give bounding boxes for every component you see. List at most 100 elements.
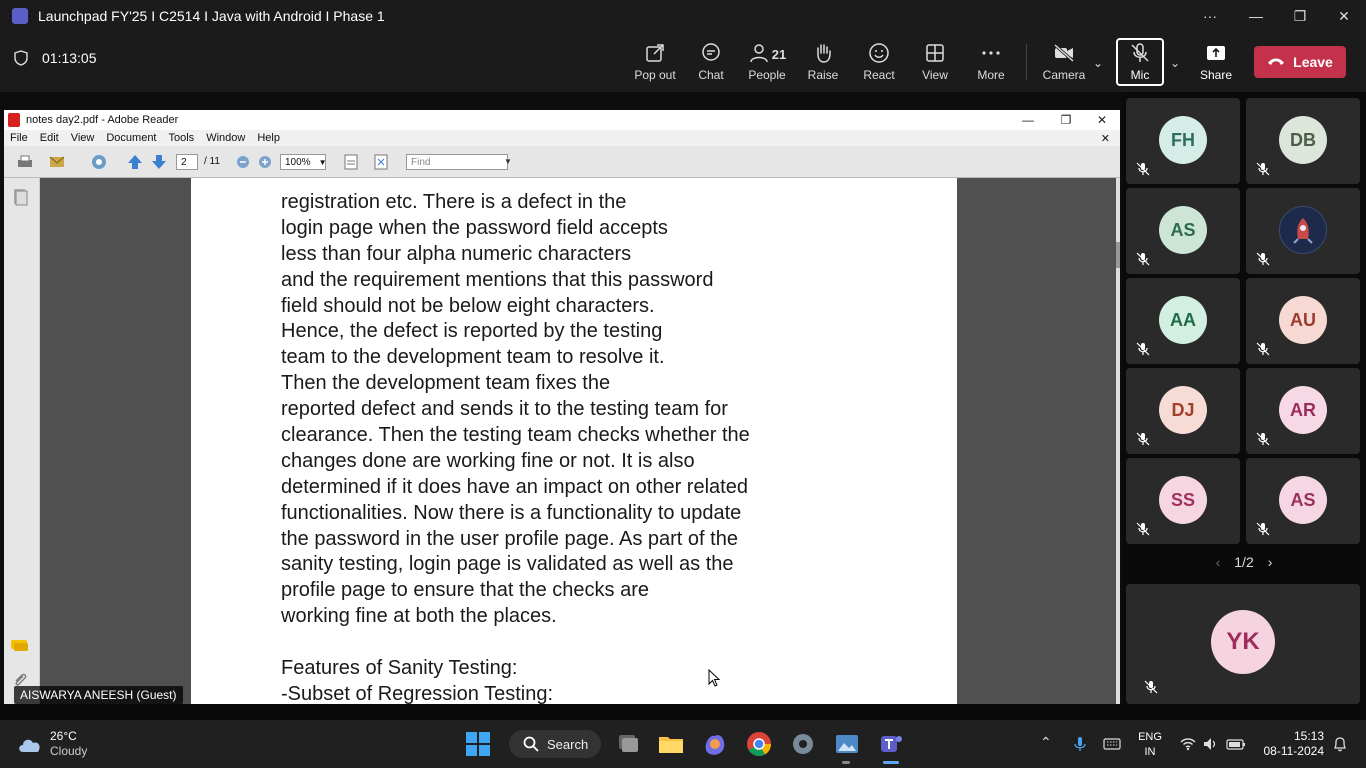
reader-title: notes day2.pdf - Adobe Reader	[26, 114, 179, 126]
menu-tools[interactable]: Tools	[169, 132, 195, 144]
mouse-cursor-icon	[708, 669, 720, 687]
participant-tile[interactable]	[1246, 188, 1360, 274]
raise-button[interactable]: Raise	[795, 40, 851, 86]
comments-icon[interactable]	[10, 638, 30, 654]
window-more-icon[interactable]: ···	[1188, 0, 1232, 32]
copilot-icon[interactable]	[701, 730, 729, 758]
photos-icon[interactable]	[833, 730, 861, 758]
teams-app-icon[interactable]	[877, 730, 905, 758]
active-app-indicator	[883, 761, 899, 764]
wifi-icon[interactable]	[1180, 736, 1196, 752]
menu-window[interactable]: Window	[206, 132, 245, 144]
battery-icon[interactable]	[1226, 736, 1246, 752]
mic-off-icon	[1256, 432, 1270, 446]
adobe-reader-window: notes day2.pdf - Adobe Reader — ❐ ✕ File…	[4, 110, 1120, 704]
show-hidden-icons-chevron-icon[interactable]: ⌃	[1040, 734, 1052, 751]
fit-page-icon[interactable]	[372, 153, 390, 171]
language-indicator[interactable]: ENG IN	[1138, 730, 1162, 760]
settings-gear-icon[interactable]	[789, 730, 817, 758]
close-button[interactable]: ✕	[1322, 0, 1366, 32]
toolbar-divider	[1026, 44, 1027, 80]
teams-titlebar: Launchpad FY'25 I C2514 I Java with Andr…	[0, 0, 1366, 32]
weather-desc: Cloudy	[50, 744, 88, 758]
participant-tile[interactable]: AA	[1126, 278, 1240, 364]
pdf-text-line: Features of Sanity Testing:	[281, 657, 518, 680]
reader-restore-button[interactable]: ❐	[1048, 110, 1084, 130]
print-icon[interactable]	[16, 153, 34, 171]
page-number-input[interactable]: 2	[176, 154, 198, 170]
language-top: ENG	[1138, 731, 1162, 743]
reader-close-button[interactable]: ✕	[1084, 110, 1120, 130]
menu-edit[interactable]: Edit	[40, 132, 59, 144]
view-button[interactable]: View	[907, 40, 963, 86]
volume-icon[interactable]	[1202, 736, 1218, 752]
pdf-page-text: registration etc. There is a defect in t…	[281, 190, 901, 704]
camera-options-chevron-icon[interactable]: ⌄	[1093, 56, 1103, 70]
minimize-button[interactable]: —	[1234, 0, 1278, 32]
next-page-chevron-icon[interactable]: ›	[1268, 554, 1273, 570]
chrome-icon[interactable]	[745, 730, 773, 758]
more-label: More	[977, 68, 1005, 82]
participant-tile[interactable]: AU	[1246, 278, 1360, 364]
fit-width-icon[interactable]	[342, 153, 360, 171]
reader-minimize-button[interactable]: —	[1010, 110, 1046, 130]
popout-button[interactable]: Pop out	[627, 40, 683, 86]
collaborate-icon[interactable]	[90, 153, 108, 171]
share-button[interactable]: Share	[1188, 40, 1244, 86]
keyboard-icon[interactable]	[1103, 736, 1121, 752]
find-input[interactable]: Find	[406, 154, 508, 170]
menu-view[interactable]: View	[71, 132, 95, 144]
chat-button[interactable]: Chat	[683, 40, 739, 86]
participant-tile[interactable]: DJ	[1126, 368, 1240, 454]
vertical-scrollbar[interactable]	[1116, 178, 1120, 704]
meeting-toolbar: 01:13:05 Pop out Chat 21 People Raise Re…	[0, 32, 1366, 92]
menu-document[interactable]: Document	[106, 132, 156, 144]
more-button[interactable]: More	[963, 40, 1019, 86]
participant-tile[interactable]: DB	[1246, 98, 1360, 184]
next-page-icon[interactable]	[150, 153, 168, 171]
react-button[interactable]: React	[851, 40, 907, 86]
leave-button[interactable]: Leave	[1254, 46, 1346, 78]
doc-close-icon[interactable]: ✕	[1101, 132, 1110, 145]
microphone-icon[interactable]	[1072, 736, 1088, 752]
email-icon[interactable]	[48, 153, 66, 171]
weather-widget[interactable]: 26°C Cloudy	[50, 729, 87, 759]
prev-page-chevron-icon[interactable]: ‹	[1216, 554, 1221, 570]
find-dropdown-icon[interactable]: ▼	[504, 157, 512, 166]
featured-participant-tile[interactable]: YK	[1126, 584, 1360, 704]
camera-button[interactable]: Camera	[1036, 40, 1092, 86]
mic-off-icon	[1136, 342, 1150, 356]
scrollbar-thumb[interactable]	[1116, 242, 1120, 268]
timer-text: 01:13:05	[42, 50, 97, 66]
clock[interactable]: 15:13 08-11-2024	[1258, 729, 1325, 759]
pages-panel-icon[interactable]	[12, 188, 28, 206]
mic-options-chevron-icon[interactable]: ⌄	[1170, 56, 1180, 70]
zoom-out-icon[interactable]	[236, 155, 250, 169]
participant-tile[interactable]: SS	[1126, 458, 1240, 544]
avatar-image-icon	[1293, 218, 1313, 244]
weather-temp: 26°C	[50, 729, 77, 743]
taskbar-search[interactable]: Search	[509, 730, 601, 758]
previous-page-icon[interactable]	[126, 153, 144, 171]
participant-pager: ‹ 1/2 ›	[1122, 552, 1366, 572]
participant-tile[interactable]: AR	[1246, 368, 1360, 454]
document-viewport[interactable]: registration etc. There is a defect in t…	[40, 178, 1116, 704]
zoom-select[interactable]: 100% ▼	[280, 154, 327, 170]
grid-icon	[926, 44, 944, 62]
windows-start-icon[interactable]	[464, 730, 492, 758]
menu-file[interactable]: File	[10, 132, 28, 144]
participant-tile[interactable]: AS	[1126, 188, 1240, 274]
zoom-in-icon[interactable]	[258, 155, 272, 169]
menu-help[interactable]: Help	[257, 132, 280, 144]
people-button[interactable]: 21 People	[739, 40, 795, 86]
maximize-button[interactable]: ❐	[1278, 0, 1322, 32]
participant-tile[interactable]: AS	[1246, 458, 1360, 544]
pdf-text-line: less than four alpha numeric characters	[281, 242, 632, 265]
participant-tile[interactable]: FH	[1126, 98, 1240, 184]
file-explorer-icon[interactable]	[657, 730, 685, 758]
mic-button[interactable]: Mic	[1116, 38, 1164, 86]
leave-label: Leave	[1293, 54, 1333, 70]
task-view-icon[interactable]	[614, 730, 642, 758]
page-total: / 11	[204, 156, 220, 167]
notification-bell-icon[interactable]	[1332, 736, 1348, 752]
